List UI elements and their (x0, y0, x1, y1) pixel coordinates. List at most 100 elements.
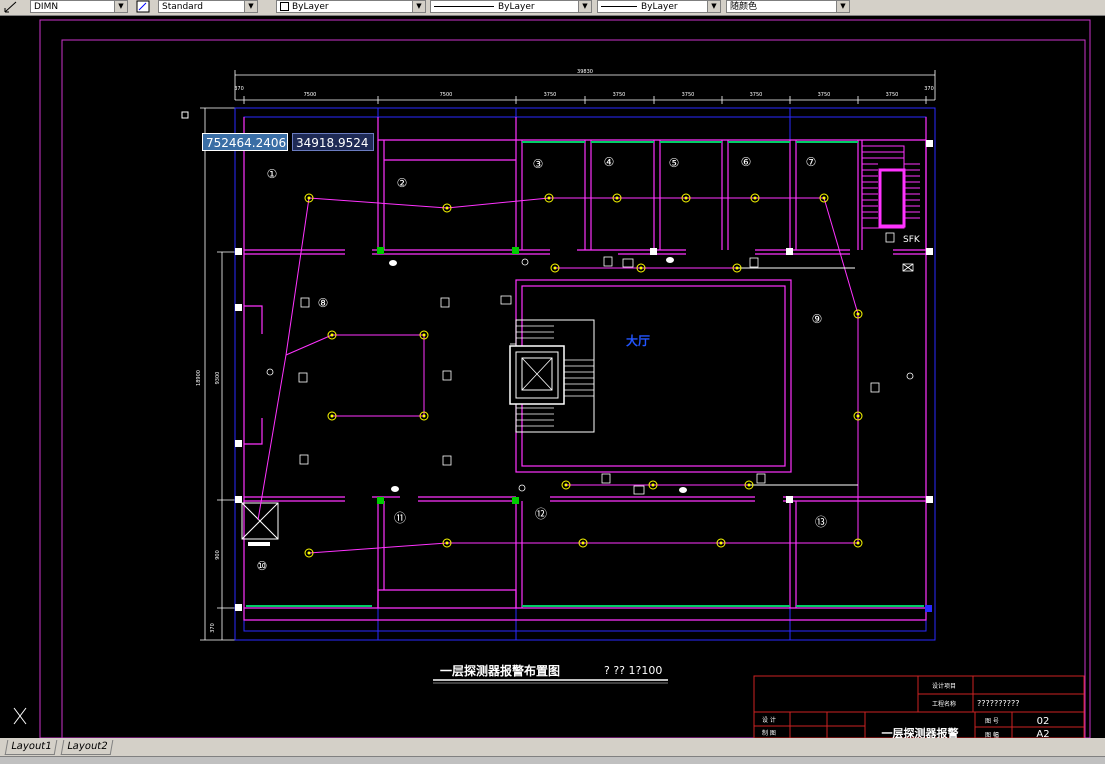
dim-text: 3750 (682, 92, 695, 98)
dim-total: 39830 (577, 69, 593, 75)
smoke-detector-dot (307, 551, 311, 555)
chevron-down-icon[interactable]: ▼ (707, 1, 720, 12)
room-number: ⑧ (318, 296, 329, 310)
dim-text: 3750 (750, 92, 763, 98)
bell-icon (521, 258, 529, 266)
tb-size-label: 图 幅 (985, 731, 999, 738)
room-number: ③ (533, 157, 544, 171)
smoke-detector-dot (684, 196, 688, 200)
drawing-canvas[interactable]: 39830 370 7500 7500 3750 3750 3750 3750 … (0, 15, 1105, 738)
manual-alarm-icon (440, 297, 450, 308)
tab-layout2[interactable]: Layout2 (60, 740, 114, 755)
speaker-icon (389, 260, 397, 266)
manual-alarm-icon (300, 297, 310, 308)
ucs-icon (13, 707, 27, 725)
bell-icon (266, 368, 274, 376)
color-swatch-icon (280, 2, 289, 11)
smoke-detector-dot (719, 541, 723, 545)
chevron-down-icon[interactable]: ▼ (114, 1, 127, 12)
smoke-detector-dot (856, 414, 860, 418)
telephone-icon (622, 258, 634, 268)
manual-alarm-icon (749, 257, 759, 268)
chevron-down-icon[interactable]: ▼ (412, 1, 425, 12)
dim-text: 3750 (886, 92, 899, 98)
stair-top-right (861, 145, 920, 229)
grip-marker[interactable] (181, 111, 189, 119)
dim-text: 370 (924, 86, 934, 92)
scale-text: ? ?? 1?100 (604, 664, 662, 677)
tab-layout1[interactable]: Layout1 (4, 740, 58, 755)
layer-select[interactable]: ByLayer ▼ (276, 0, 426, 13)
speaker-icon (666, 257, 674, 263)
room-number: ⑦ (806, 155, 817, 169)
smoke-detectors (304, 193, 863, 558)
smoke-detector-dot (422, 414, 426, 418)
manual-alarm-icon (299, 454, 309, 465)
smoke-detector-dot (822, 196, 826, 200)
layer-value: ByLayer (292, 2, 329, 12)
dimstyle-select[interactable]: DIMN ▼ (30, 0, 128, 13)
speaker-icon (391, 486, 399, 492)
smoke-detector-dot (747, 483, 751, 487)
smoke-detector-dot (615, 196, 619, 200)
bell-icon (906, 372, 914, 380)
dimension-style-icon[interactable] (4, 0, 18, 13)
dim-text: 370 (234, 86, 244, 92)
text-style-icon[interactable] (136, 0, 150, 13)
room-number: ② (397, 176, 408, 190)
room-number: ⑥ (741, 155, 752, 169)
smoke-detector-dot (553, 266, 557, 270)
manual-alarm-icon (756, 473, 766, 484)
smoke-detector-dot (735, 266, 739, 270)
sfk-label: SFK (903, 235, 921, 245)
lineweight-select[interactable]: ByLayer ▼ (597, 0, 721, 13)
lineweight-sample (601, 6, 637, 7)
title-block: 设计项目 工程名称 ?????????? 设 计 制 图 图 号 图 幅 一层探… (753, 675, 1085, 738)
manual-alarm-icon (885, 232, 895, 243)
linetype-select[interactable]: ByLayer ▼ (430, 0, 592, 13)
chevron-down-icon[interactable]: ▼ (578, 1, 591, 12)
column-markers (235, 140, 933, 611)
smoke-detector-dot (330, 333, 334, 337)
dim-text: 9300 (215, 372, 221, 385)
room-number: ① (267, 167, 278, 181)
hall-label: 大厅 (626, 333, 650, 348)
coordinate-y-input[interactable]: 34918.9524 (292, 133, 374, 151)
tb-designer-label: 设 计 (762, 716, 776, 724)
dim-text: 900 (215, 550, 221, 560)
lineweight-value: ByLayer (641, 2, 678, 12)
textstyle-select[interactable]: Standard ▼ (158, 0, 258, 13)
telephone-icon (633, 485, 645, 495)
color-select[interactable]: 随颜色 ▼ (726, 0, 850, 13)
tb-name-label: 工程名称 (932, 700, 956, 708)
textstyle-value: Standard (162, 2, 203, 12)
smoke-detector-dot (856, 541, 860, 545)
manual-alarm-icon (601, 473, 611, 484)
tb-name-value: ?????????? (977, 699, 1019, 708)
dimstyle-value: DIMN (34, 2, 59, 12)
room-number: ⑪ (394, 511, 406, 525)
smoke-detector-dot (307, 196, 311, 200)
linetype-value: ByLayer (498, 2, 535, 12)
manual-alarm-icon (298, 372, 308, 383)
tb-size: A2 (1036, 729, 1049, 738)
chevron-down-icon[interactable]: ▼ (836, 1, 849, 12)
dim-text: 370 (210, 623, 216, 633)
smoke-detector-dot (330, 414, 334, 418)
tb-sheetno-label: 图 号 (985, 718, 999, 725)
dim-text: 3750 (544, 92, 557, 98)
smoke-detector-dot (422, 333, 426, 337)
floor-walls (243, 117, 927, 621)
dimension-lines (200, 70, 936, 641)
manual-alarm-icon (870, 382, 880, 393)
smoke-detector-dot (753, 196, 757, 200)
chevron-down-icon[interactable]: ▼ (244, 1, 257, 12)
tb-drafter-label: 制 图 (762, 729, 776, 737)
room-number: ⑨ (812, 312, 823, 326)
coordinate-x-input[interactable]: 752464.2406 (202, 133, 288, 151)
tb-title: 一层探测器报警 (882, 726, 959, 738)
junction-markers (377, 247, 519, 504)
properties-toolbar: DIMN ▼ Standard ▼ ByLayer ▼ ByLayer ▼ ByLaye… (0, 0, 1105, 16)
dim-text: 3750 (613, 92, 626, 98)
device-symbols (266, 232, 914, 495)
